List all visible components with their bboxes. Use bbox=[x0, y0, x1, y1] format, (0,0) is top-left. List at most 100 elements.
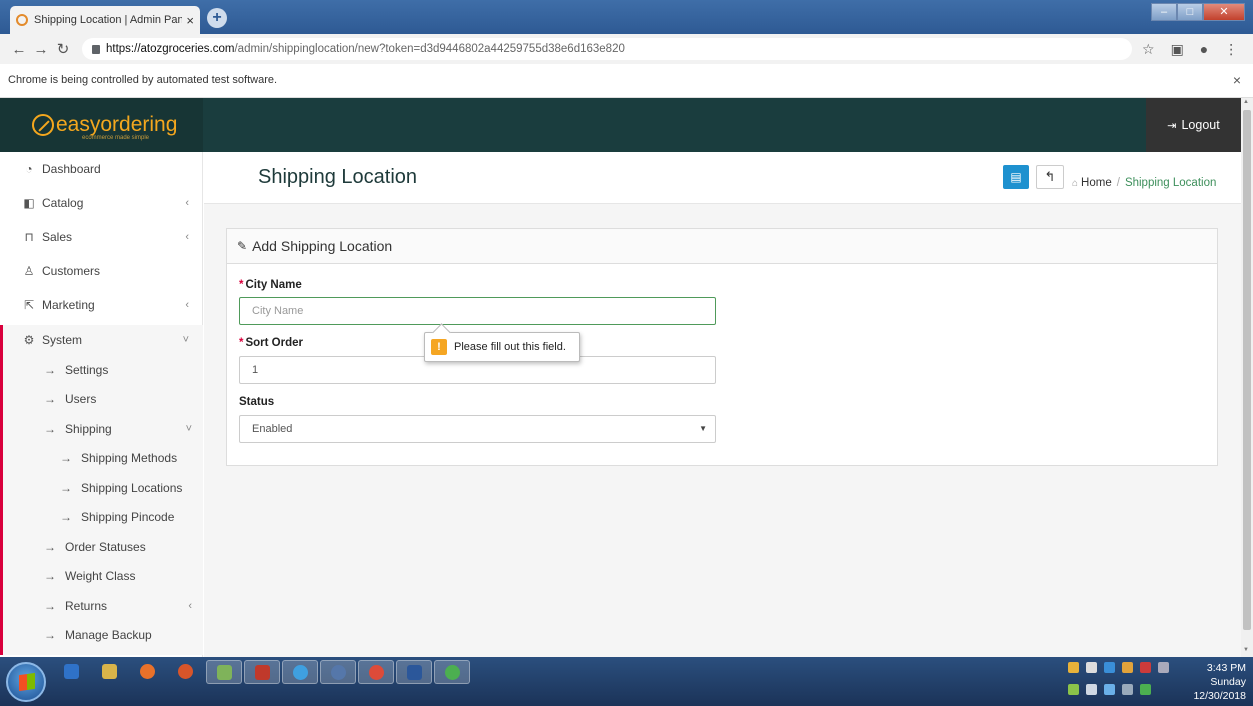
sidebar-item-label: Dashboard bbox=[42, 162, 101, 176]
home-icon: ⌂ bbox=[1072, 178, 1079, 189]
status-label: Status bbox=[239, 396, 275, 408]
sidebar-item-label: Shipping bbox=[65, 422, 112, 436]
infobar-close-icon[interactable]: × bbox=[1233, 72, 1241, 88]
extension-icon[interactable]: ▣ bbox=[1171, 41, 1184, 58]
tray-volume-icon[interactable] bbox=[1086, 684, 1097, 695]
brand-logo[interactable]: easyordering ecommerce made simple bbox=[0, 98, 203, 152]
status-select[interactable]: Enabled ▼ bbox=[239, 415, 716, 443]
page-header: Shipping Location ▤ ↰ ⌂ Home / Shipping Loc… bbox=[204, 152, 1241, 204]
back-button[interactable]: ↰ bbox=[1036, 165, 1064, 189]
taskbar-explorer-icon[interactable] bbox=[92, 660, 128, 684]
clock-time: 3:43 PM bbox=[1206, 662, 1246, 674]
tray-cloud-icon[interactable] bbox=[1104, 662, 1115, 673]
chevron-left-icon: ‹ bbox=[188, 600, 192, 612]
browser-tab-title: Shipping Location | Admin Panel bbox=[34, 14, 183, 26]
dashboard-icon: ◔ bbox=[25, 162, 33, 176]
top-navbar: easyordering ecommerce made simple ⇥ Log… bbox=[0, 98, 1241, 152]
sidebar-item-dashboard[interactable]: ◔ Dashboard bbox=[0, 154, 203, 184]
window-controls: – □ ✕ bbox=[1151, 3, 1245, 21]
bookmark-star-icon[interactable]: ☆ bbox=[1142, 41, 1155, 58]
sidebar-item-label: Catalog bbox=[42, 196, 84, 210]
taskbar-app-icon[interactable] bbox=[54, 660, 90, 684]
sidebar-item-label: Customers bbox=[42, 264, 101, 278]
sidebar-item-order-statuses[interactable]: → Order Statuses bbox=[3, 532, 206, 562]
taskbar-word-icon[interactable] bbox=[396, 660, 432, 684]
scrollbar-thumb[interactable] bbox=[1243, 110, 1251, 630]
city-name-input[interactable] bbox=[239, 297, 716, 325]
automation-infobar: Chrome is being controlled by automated … bbox=[0, 64, 1253, 98]
save-button[interactable]: ▤ bbox=[1003, 165, 1029, 189]
taskbar-browser-icon[interactable] bbox=[282, 660, 318, 684]
tray-app-icon[interactable] bbox=[1140, 662, 1151, 673]
sidebar-item-label: Shipping Methods bbox=[81, 451, 178, 465]
sidebar-item-sales[interactable]: ⊓ Sales ‹ bbox=[0, 222, 203, 252]
scroll-down-icon[interactable]: ▼ bbox=[1243, 647, 1249, 653]
sidebar-item-label: Returns bbox=[65, 599, 108, 613]
arrow-right-icon: → bbox=[44, 392, 56, 406]
arrow-right-icon: → bbox=[60, 481, 72, 495]
chevron-left-icon: ‹ bbox=[185, 299, 189, 311]
breadcrumb-home[interactable]: Home bbox=[1081, 177, 1112, 189]
taskbar-app-icon[interactable] bbox=[320, 660, 356, 684]
tray-shield-icon[interactable] bbox=[1068, 662, 1079, 673]
browser-tab[interactable]: Shipping Location | Admin Panel × bbox=[10, 6, 200, 34]
taskbar-app-icon[interactable] bbox=[206, 660, 242, 684]
sidebar-item-catalog[interactable]: ◧ Catalog ‹ bbox=[0, 188, 203, 218]
sidebar-item-shipping-pincode[interactable]: → Shipping Pincode bbox=[3, 502, 206, 532]
arrow-right-icon: → bbox=[44, 569, 56, 583]
url-input[interactable]: https://atozgroceries.com/admin/shipping… bbox=[82, 38, 1132, 60]
arrow-right-icon: → bbox=[44, 540, 56, 554]
sidebar-item-shipping-locations[interactable]: → Shipping Locations bbox=[3, 473, 206, 503]
page-scrollbar[interactable]: ▲ ▼ bbox=[1241, 98, 1253, 657]
arrow-right-icon: → bbox=[60, 510, 72, 524]
sidebar-item-users[interactable]: → Users bbox=[3, 384, 206, 414]
sidebar-item-settings[interactable]: → Settings bbox=[3, 355, 206, 385]
taskbar-chrome-icon[interactable] bbox=[434, 660, 470, 684]
window-close-icon[interactable]: ✕ bbox=[1203, 3, 1245, 21]
sidebar-item-marketing[interactable]: ⇱ Marketing ‹ bbox=[0, 290, 203, 320]
logout-button[interactable]: ⇥ Logout bbox=[1146, 98, 1241, 152]
taskbar-chrome-icon[interactable] bbox=[358, 660, 394, 684]
menu-dots-icon[interactable]: ⋮ bbox=[1224, 41, 1238, 58]
tray-network-icon[interactable] bbox=[1068, 684, 1079, 695]
taskbar-clock[interactable]: 3:43 PM Sunday 12/30/2018 bbox=[1193, 661, 1246, 703]
scroll-up-icon[interactable]: ▲ bbox=[1243, 99, 1249, 105]
share-icon: ⇱ bbox=[23, 298, 35, 312]
sidebar-item-label: Order Statuses bbox=[65, 540, 146, 554]
logo-mark-icon bbox=[32, 114, 54, 136]
start-button[interactable] bbox=[6, 662, 46, 702]
new-tab-button[interactable]: + bbox=[207, 8, 227, 28]
sidebar-item-weight-class[interactable]: → Weight Class bbox=[3, 561, 206, 591]
sidebar-item-label: System bbox=[42, 333, 83, 347]
tray-device-icon[interactable] bbox=[1158, 662, 1169, 673]
taskbar-firefox-icon[interactable] bbox=[168, 660, 204, 684]
tray-lock-icon[interactable] bbox=[1086, 662, 1097, 673]
logout-label: Logout bbox=[1181, 118, 1220, 132]
forward-arrow-icon[interactable]: → bbox=[30, 41, 52, 58]
taskbar-app-icon[interactable] bbox=[244, 660, 280, 684]
close-tab-icon[interactable]: × bbox=[186, 13, 194, 28]
profile-icon[interactable]: ● bbox=[1200, 41, 1208, 58]
reply-arrow-icon: ↰ bbox=[1044, 169, 1056, 184]
sidebar-item-shipping[interactable]: → Shipping ˅ bbox=[3, 414, 206, 444]
minimize-icon[interactable]: – bbox=[1151, 3, 1177, 21]
sidebar-item-manage-backup[interactable]: → Manage Backup bbox=[3, 620, 206, 650]
sidebar-item-returns[interactable]: → Returns ‹ bbox=[3, 591, 206, 621]
tray-app-icon[interactable] bbox=[1104, 684, 1115, 695]
back-arrow-icon[interactable]: ← bbox=[8, 41, 30, 58]
tray-app-icon[interactable] bbox=[1140, 684, 1151, 695]
city-name-label-text: City Name bbox=[245, 279, 302, 291]
sidebar-item-shipping-methods[interactable]: → Shipping Methods bbox=[3, 443, 206, 473]
reload-icon[interactable]: ↻ bbox=[52, 40, 74, 58]
breadcrumb-current[interactable]: Shipping Location bbox=[1125, 177, 1216, 189]
tag-icon: ◧ bbox=[23, 196, 35, 210]
favicon-icon bbox=[16, 14, 28, 26]
tray-app-icon[interactable] bbox=[1122, 662, 1133, 673]
sidebar-item-customers[interactable]: ♙ Customers bbox=[0, 256, 203, 286]
main-content: Shipping Location ▤ ↰ ⌂ Home / Shipping Loc… bbox=[204, 152, 1241, 657]
gear-icon: ⚙ bbox=[23, 333, 35, 347]
tray-app-icon[interactable] bbox=[1122, 684, 1133, 695]
taskbar-firefox-icon[interactable] bbox=[130, 660, 166, 684]
maximize-icon[interactable]: □ bbox=[1177, 3, 1203, 21]
sidebar-item-system[interactable]: ⚙ System ˅ bbox=[0, 325, 203, 355]
